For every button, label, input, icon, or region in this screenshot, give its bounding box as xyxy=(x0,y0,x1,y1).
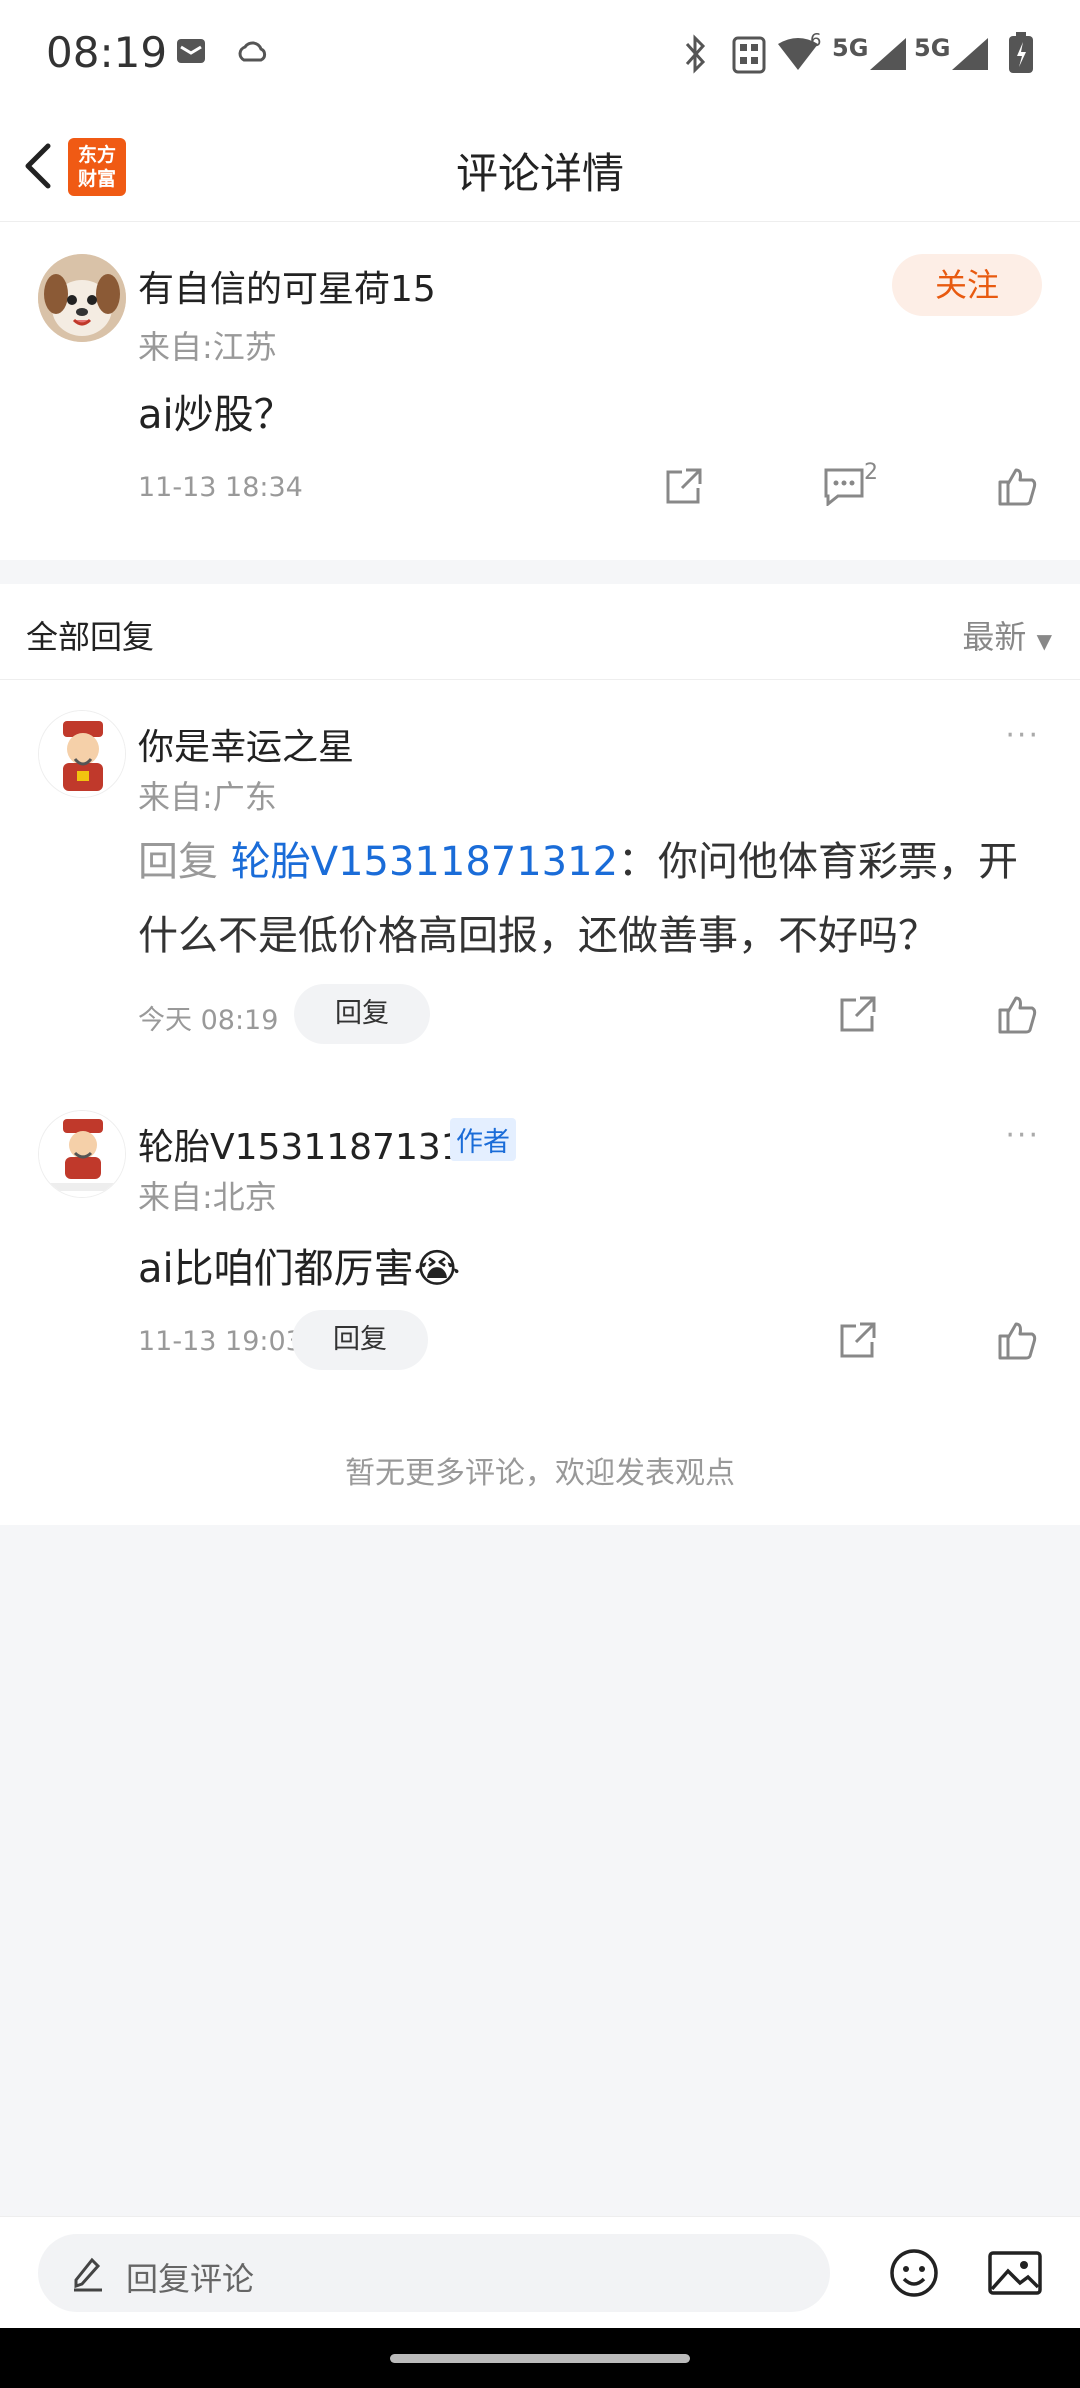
replies-list: 你是幸运之星 ··· 来自:广东 回复 轮胎V15311871312：你问他体育… xyxy=(0,680,1080,1525)
cloud-icon xyxy=(238,41,267,62)
mention-link[interactable]: 轮胎V15311871312 xyxy=(231,839,618,885)
follow-button[interactable]: 关注 xyxy=(892,254,1042,316)
location: 来自:北京 xyxy=(138,1178,277,1216)
page-title: 评论详情 xyxy=(455,149,624,198)
share-icon[interactable] xyxy=(838,994,878,1034)
reply-input-placeholder: 回复评论 xyxy=(126,2260,255,2298)
pencil-icon xyxy=(74,2257,102,2292)
reply-body: ai比咱们都厉害 xyxy=(138,1246,414,1292)
main-comment-card: 有自信的可星荷15 来自:江苏 关注 ai炒股？ 11-13 18:34 2 xyxy=(0,222,1080,560)
reply-button[interactable]: 回复 xyxy=(292,1310,428,1370)
avatar[interactable] xyxy=(38,710,126,798)
reply-date: 今天 08:19 xyxy=(138,1005,279,1036)
reply-date: 11-13 19:03 xyxy=(138,1326,303,1357)
nav-bar: 东方 财富 评论详情 xyxy=(0,110,1080,222)
home-indicator[interactable] xyxy=(390,2354,690,2363)
no-more-comments: 暂无更多评论，欢迎发表观点 xyxy=(345,1456,735,1491)
like-icon[interactable] xyxy=(996,466,1038,506)
signal-icon xyxy=(870,38,906,70)
sort-dropdown[interactable]: 最新 ▼ xyxy=(962,612,1052,658)
avatar[interactable] xyxy=(38,254,126,342)
god-of-wealth-avatar-icon xyxy=(39,1111,125,1197)
crying-emoji-icon: 😭 xyxy=(413,1246,461,1292)
username[interactable]: 你是幸运之星 xyxy=(138,718,354,770)
author-badge: 作者 xyxy=(450,1118,516,1161)
emoji-icon[interactable] xyxy=(888,2247,940,2299)
like-icon[interactable] xyxy=(996,994,1038,1034)
reply-content: ai比咱们都厉害😭 xyxy=(138,1236,460,1294)
net1-label: 5G xyxy=(832,34,869,62)
battery-icon xyxy=(1009,32,1033,73)
status-time: 08:19 xyxy=(46,28,168,77)
sort-label: 最新 xyxy=(962,618,1027,656)
god-of-wealth-avatar-icon xyxy=(39,711,125,797)
wifi-sub-label: 6 xyxy=(810,30,822,51)
location: 来自:广东 xyxy=(138,778,277,816)
dog-avatar-icon xyxy=(38,254,126,342)
reply-button[interactable]: 回复 xyxy=(294,984,430,1044)
replies-title: 全部回复 xyxy=(26,618,155,656)
more-icon[interactable]: ··· xyxy=(1005,1118,1040,1153)
location: 来自:江苏 xyxy=(138,328,277,366)
comment-count: 2 xyxy=(864,460,878,485)
mail-icon xyxy=(177,39,205,63)
signal-icon-2 xyxy=(952,38,988,70)
avatar[interactable] xyxy=(38,1110,126,1198)
reply-prefix: 回复 xyxy=(138,839,231,885)
comment-date: 11-13 18:34 xyxy=(138,472,303,503)
bluetooth-icon xyxy=(685,34,706,74)
reply-content: 回复 轮胎V15311871312：你问他体育彩票，开什么不是低价格高回报，还做… xyxy=(138,825,1048,973)
status-bar: 08:19 6 5G 5G xyxy=(0,0,1080,110)
replies-header: 全部回复 最新 ▼ xyxy=(0,584,1080,680)
comment-content: ai炒股？ xyxy=(138,392,294,438)
system-nav-bar xyxy=(0,2328,1080,2388)
username[interactable]: 轮胎V15311871312 xyxy=(138,1118,487,1170)
nfc-icon xyxy=(732,36,766,74)
caret-down-icon: ▼ xyxy=(1036,629,1052,653)
like-icon[interactable] xyxy=(996,1320,1038,1360)
reply-input[interactable]: 回复评论 xyxy=(38,2234,830,2312)
bottom-bar: 回复评论 xyxy=(0,2216,1080,2328)
more-icon[interactable]: ··· xyxy=(1005,718,1040,753)
share-icon[interactable] xyxy=(838,1320,878,1360)
image-icon[interactable] xyxy=(988,2251,1042,2295)
username[interactable]: 有自信的可星荷15 xyxy=(138,260,436,312)
share-icon[interactable] xyxy=(664,466,704,506)
comment-icon[interactable] xyxy=(822,466,866,506)
net2-label: 5G xyxy=(914,34,951,62)
